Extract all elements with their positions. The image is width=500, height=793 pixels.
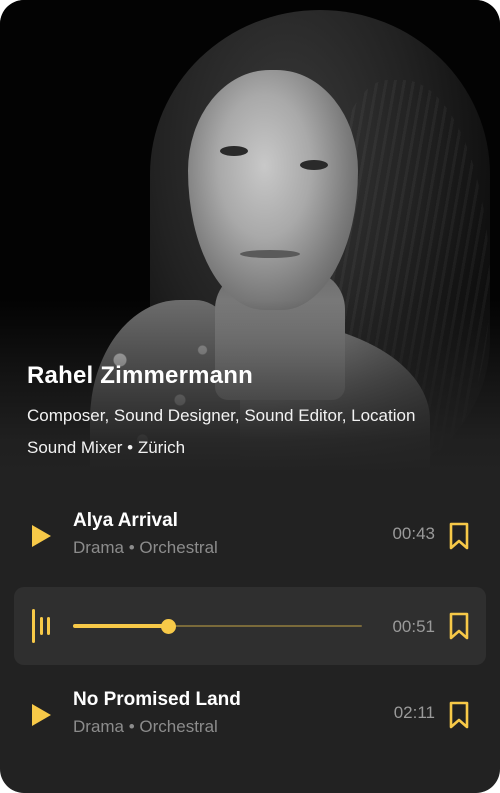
bookmark-button[interactable]	[447, 612, 471, 640]
track-row[interactable]: Alya Arrival Drama • Orchestral 00:43	[14, 497, 486, 575]
track-title: No Promised Land	[73, 689, 241, 710]
photo-eye-right	[300, 160, 328, 170]
track-title: Alya Arrival	[73, 510, 178, 531]
track-duration: 00:43	[392, 524, 435, 543]
bookmark-button[interactable]	[447, 701, 471, 729]
progress-slider[interactable]	[73, 619, 362, 634]
track-meta: Drama • Orchestral	[73, 717, 218, 736]
pause-button[interactable]	[32, 609, 56, 643]
bookmark-button[interactable]	[447, 522, 471, 550]
play-button[interactable]	[32, 524, 54, 548]
track-duration: 00:51	[392, 617, 435, 636]
play-button[interactable]	[32, 703, 54, 727]
progress-fill	[73, 624, 169, 628]
track-meta: Drama • Orchestral	[73, 538, 218, 557]
photo-mouth	[240, 250, 300, 258]
track-row[interactable]: No Promised Land Drama • Orchestral 02:1…	[14, 676, 486, 754]
play-icon	[32, 525, 51, 547]
profile-roles: Composer, Sound Designer, Sound Editor, …	[27, 406, 416, 457]
photo-face	[188, 70, 358, 310]
profile-name: Rahel Zimmermann	[27, 362, 253, 389]
play-icon	[32, 704, 51, 726]
progress-thumb[interactable]	[161, 619, 177, 634]
profile-card: Rahel Zimmermann Composer, Sound Designe…	[0, 0, 500, 793]
track-duration: 02:11	[393, 703, 435, 722]
photo-eye-left	[220, 146, 248, 156]
bookmark-icon	[449, 522, 469, 550]
bookmark-icon	[449, 701, 469, 729]
track-row-active[interactable]: 00:51	[14, 587, 486, 665]
bookmark-icon	[449, 612, 469, 640]
